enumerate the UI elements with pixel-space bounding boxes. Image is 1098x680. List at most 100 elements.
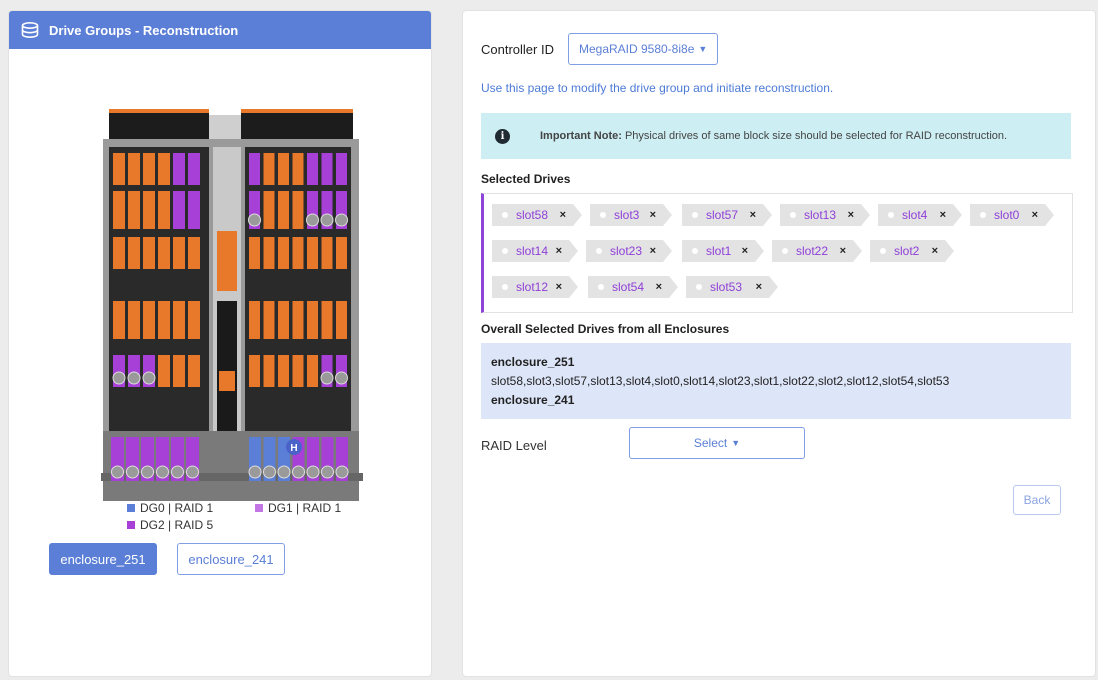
drive-status-icon [126, 465, 139, 479]
remove-chip-icon[interactable]: × [750, 209, 756, 221]
chip-label: slot58 [516, 208, 549, 222]
drive-bay [292, 153, 304, 185]
drive-bay [307, 355, 318, 387]
drive-bay [143, 191, 155, 229]
drive-bay [188, 191, 200, 229]
chip-label: slot22 [796, 244, 829, 258]
drive-bay [113, 153, 125, 185]
drive-chip: slot57 × [682, 204, 772, 226]
drive-bay [249, 153, 260, 185]
chip-label: slot23 [610, 244, 643, 258]
overall-drives-box: enclosure_251 slot58,slot3,slot57,slot13… [481, 343, 1071, 419]
remove-chip-icon[interactable]: × [940, 209, 946, 221]
remove-chip-icon[interactable]: × [742, 245, 748, 257]
drive-bay [188, 301, 200, 339]
drive-chip: slot1 × [682, 240, 764, 262]
note-heading: Important Note: [540, 130, 622, 142]
enclosure-panel-header: Drive Groups - Reconstruction [9, 11, 431, 49]
drive-status-icon [321, 465, 334, 479]
drive-bay [113, 191, 125, 229]
drive-status-icon [127, 371, 141, 385]
remove-chip-icon[interactable]: × [848, 209, 854, 221]
drive-bay [278, 301, 289, 339]
chip-label: slot4 [902, 208, 928, 222]
remove-chip-icon[interactable]: × [1032, 209, 1038, 221]
chip-label: slot54 [612, 280, 645, 294]
drive-bay [249, 237, 260, 269]
drive-bay [249, 301, 260, 339]
drive-bay [336, 301, 347, 339]
chip-dot [502, 284, 508, 290]
reconstruction-panel: Controller ID MegaRAID 9580-8i8e ▼ Use t… [462, 10, 1096, 677]
chip-dot [502, 212, 508, 218]
drive-status-icon [320, 213, 334, 227]
drive-bay [278, 237, 289, 269]
chip-dot [790, 212, 796, 218]
remove-chip-icon[interactable]: × [556, 281, 562, 293]
drive-bay [307, 301, 318, 339]
remove-chip-icon[interactable]: × [560, 209, 566, 221]
drive-bay [158, 153, 170, 185]
remove-chip-icon[interactable]: × [932, 245, 938, 257]
remove-chip-icon[interactable]: × [656, 281, 662, 293]
legend-swatch [127, 521, 135, 529]
remove-chip-icon[interactable]: × [650, 245, 656, 257]
drive-chip: slot58 × [492, 204, 582, 226]
enclosure-251-button[interactable]: enclosure_251 [49, 543, 157, 575]
controller-select[interactable]: MegaRAID 9580-8i8e ▼ [567, 33, 719, 65]
drive-status-icon [141, 465, 154, 479]
chip-dot [888, 212, 894, 218]
drive-bay [128, 153, 140, 185]
chip-dot [980, 212, 986, 218]
drive-bay [263, 355, 275, 387]
remove-chip-icon[interactable]: × [840, 245, 846, 257]
drive-bay [188, 237, 200, 269]
drive-bay [321, 237, 333, 269]
enclosure-panel: Drive Groups - Reconstruction H DG0 | RA… [8, 10, 432, 677]
drive-status-icon [248, 213, 261, 227]
legend-item-dg1: DG1 | RAID 1 [255, 501, 341, 515]
remove-chip-icon[interactable]: × [650, 209, 656, 221]
drive-chip: slot0 × [970, 204, 1054, 226]
important-note: i Important Note: Physical drives of sam… [481, 113, 1071, 159]
drive-bay [336, 153, 347, 185]
enclosure-name: enclosure_251 [491, 355, 575, 369]
drive-bay [173, 237, 185, 269]
note-body: Physical drives of same block size shoul… [624, 130, 1008, 142]
drive-bay [128, 237, 140, 269]
legend-label: DG0 | RAID 1 [140, 501, 214, 515]
raid-level-select[interactable]: Select ▼ [629, 427, 805, 459]
chip-dot [598, 284, 604, 290]
drive-bay [263, 191, 275, 229]
legend-item-dg2: DG2 | RAID 5 [127, 518, 213, 532]
enclosure-diagram: H [101, 109, 363, 501]
chip-label: slot14 [516, 244, 549, 258]
chip-dot [692, 248, 698, 254]
drive-bay [113, 237, 125, 269]
drive-chip: slot4 × [878, 204, 962, 226]
drive-bay [173, 191, 185, 229]
info-text: Use this page to modify the drive group … [481, 81, 834, 95]
drive-status-icon [335, 371, 348, 385]
drive-chip: slot3 × [590, 204, 672, 226]
drive-status-icon [171, 465, 184, 479]
drive-bay [292, 191, 304, 229]
drive-status-icon [306, 465, 320, 479]
remove-chip-icon[interactable]: × [556, 245, 562, 257]
raid-level-label: RAID Level [481, 438, 547, 453]
drive-bay [321, 301, 333, 339]
drive-bay [307, 237, 318, 269]
controller-label: Controller ID [481, 41, 554, 57]
enclosure-241-button[interactable]: enclosure_241 [177, 543, 285, 575]
drive-status-icon [277, 465, 291, 479]
remove-chip-icon[interactable]: × [756, 281, 762, 293]
drive-bay [307, 153, 318, 185]
drive-bay [158, 301, 170, 339]
drive-bay [263, 237, 275, 269]
drive-bay [128, 191, 140, 229]
info-icon: i [495, 128, 510, 144]
back-button[interactable]: Back [1013, 485, 1061, 515]
drive-bay [128, 301, 140, 339]
raid-level-value: Select [693, 436, 728, 450]
drive-bay [278, 355, 289, 387]
